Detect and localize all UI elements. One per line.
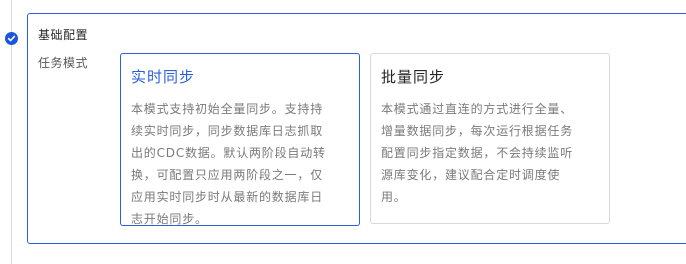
basic-config-panel: 基础配置 任务模式 实时同步 本模式支持初始全量同步。支持持 续实时同步，同步数… xyxy=(27,13,686,244)
desc-line: 志开始同步。 xyxy=(131,212,208,226)
desc-line: 换，可配置只应用两阶段之一，仅 xyxy=(131,168,324,182)
option-title-realtime-sync: 实时同步 xyxy=(131,68,196,86)
option-title-batch-sync: 批量同步 xyxy=(381,68,446,86)
desc-line: 增量数据同步，每次运行根据任务 xyxy=(381,124,574,138)
desc-line: 续实时同步，同步数据库日志抓取 xyxy=(131,124,324,138)
desc-line: 源库变化，建议配合定时调度使 xyxy=(381,168,561,182)
check-circle-icon xyxy=(5,32,18,45)
desc-line: 配置同步指定数据，不会持续监听 xyxy=(381,146,574,160)
check-icon xyxy=(7,35,16,42)
option-desc-batch-sync: 本模式通过直连的方式进行全量、 增量数据同步，每次运行根据任务 配置同步指定数据… xyxy=(381,98,603,208)
panel-title: 基础配置 xyxy=(38,28,89,42)
option-desc-realtime-sync: 本模式支持初始全量同步。支持持 续实时同步，同步数据库日志抓取 出的CDC数据。… xyxy=(131,98,353,230)
desc-line: 用。 xyxy=(381,190,407,204)
task-mode-label: 任务模式 xyxy=(38,56,89,70)
option-card-realtime-sync[interactable]: 实时同步 本模式支持初始全量同步。支持持 续实时同步，同步数据库日志抓取 出的C… xyxy=(120,53,360,226)
desc-line: 本模式支持初始全量同步。支持持 xyxy=(131,102,324,116)
desc-line: 出的CDC数据。默认两阶段自动转 xyxy=(131,146,326,160)
desc-line: 本模式通过直连的方式进行全量、 xyxy=(381,102,574,116)
task-config-page: 基础配置 任务模式 实时同步 本模式支持初始全量同步。支持持 续实时同步，同步数… xyxy=(0,0,686,264)
desc-line: 应用实时同步时从最新的数据库日 xyxy=(131,190,324,204)
option-card-batch-sync[interactable]: 批量同步 本模式通过直连的方式进行全量、 增量数据同步，每次运行根据任务 配置同… xyxy=(370,53,610,224)
